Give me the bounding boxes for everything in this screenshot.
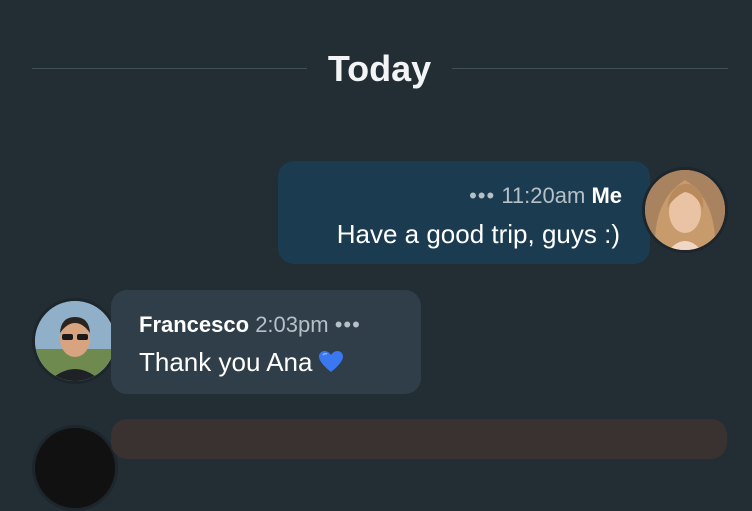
date-divider-label: Today [327,48,432,89]
message-options-button[interactable]: ••• [335,312,361,337]
blue-heart-icon [319,351,344,372]
avatar-francesco[interactable] [32,298,118,384]
message-options-button[interactable]: ••• [469,183,495,208]
divider-line-left [32,68,307,69]
message-bubble-next[interactable] [111,419,727,459]
message-time: 2:03pm [255,312,329,337]
message-bubble-me[interactable]: ••• 11:20am Me Have a good trip, guys :) [278,161,650,264]
avatar-me-image [645,170,725,250]
message-sender: Francesco [139,312,250,337]
message-meta: ••• 11:20am Me [469,183,622,209]
message-text: Thank you Ana [139,347,344,378]
message-text: Have a good trip, guys :) [336,219,620,249]
message-meta: Francesco 2:03pm ••• [139,312,361,338]
message-text-content: Thank you Ana [139,347,313,377]
message-sender: Me [591,183,622,208]
divider-line-right [452,68,728,69]
message-time: 11:20am [501,183,586,208]
avatar-me[interactable] [642,167,728,253]
date-divider: Today [32,44,728,94]
avatar-francesco-image [35,301,115,381]
message-bubble-francesco[interactable]: Francesco 2:03pm ••• Thank you Ana [111,290,421,394]
